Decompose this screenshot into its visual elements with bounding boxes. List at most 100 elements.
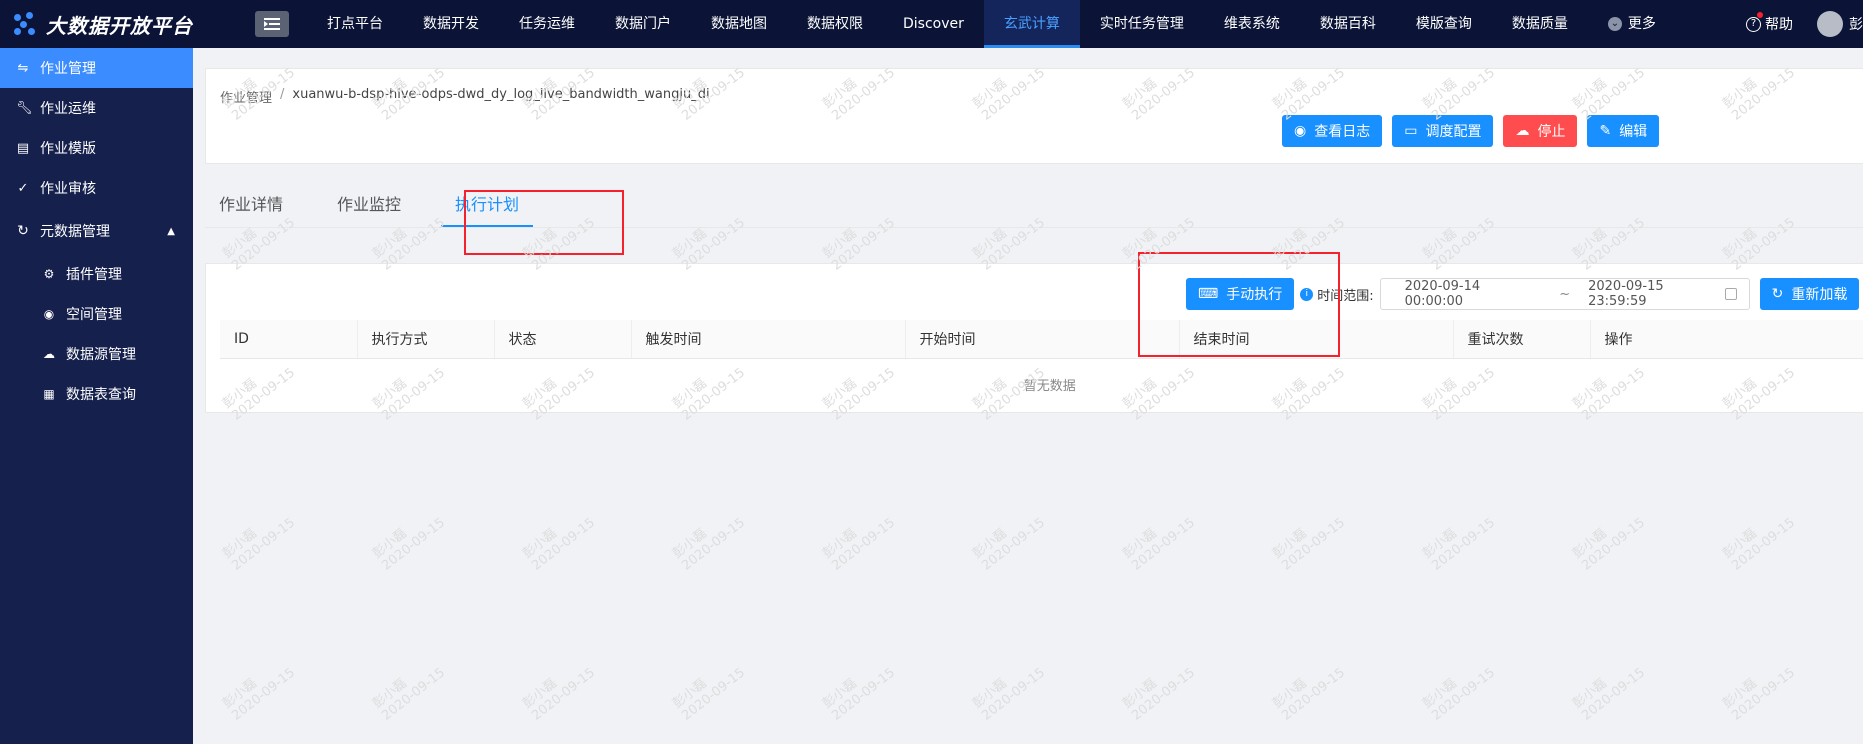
nav-item[interactable]: 数据质量 — [1492, 0, 1588, 48]
nav-more-label: 更多 — [1627, 16, 1656, 32]
column-header[interactable]: 触发时间 — [631, 320, 906, 359]
sidebar-item-label: 作业管理 — [40, 61, 96, 77]
menu-collapse-icon — [264, 18, 280, 30]
question-icon: ? — [1746, 16, 1761, 32]
column-header[interactable]: 重试次数 — [1453, 320, 1591, 359]
sidebar-item-job-management[interactable]: ⇋ 作业管理 — [0, 48, 193, 88]
nav-item-active[interactable]: 玄武计算 — [983, 0, 1080, 48]
reload-button[interactable]: ↻ 重新加载 — [1759, 278, 1860, 310]
nav-item[interactable]: 任务运维 — [499, 0, 595, 48]
nav-item[interactable]: 打点平台 — [307, 0, 403, 48]
refresh-icon: ↻ — [17, 223, 29, 239]
header-actions: ◉ 查看日志 ▭ 调度配置 ☁︎ 停止 ✎ 编辑 — [1282, 115, 1660, 147]
sidebar-item-label: 作业模版 — [40, 141, 96, 157]
nav-item[interactable]: 数据地图 — [691, 0, 787, 48]
nav-more[interactable]: ⌄ 更多 — [1588, 0, 1676, 48]
sidebar-item-space[interactable]: ◉ 空间管理 — [0, 294, 193, 334]
stop-button[interactable]: ☁︎ 停止 — [1503, 115, 1578, 147]
sidebar-item-label: 数据表查询 — [66, 387, 136, 403]
nav-item[interactable]: 数据权限 — [787, 0, 883, 48]
eye-icon: ◉ — [1294, 123, 1307, 139]
tab-job-detail[interactable]: 作业详情 — [205, 183, 297, 227]
logo-icon — [14, 12, 38, 36]
breadcrumb-separator: / — [280, 87, 285, 102]
reload-label: 重新加载 — [1791, 287, 1848, 303]
sidebar-item-label: 插件管理 — [66, 267, 122, 283]
date-range-picker[interactable]: 2020-09-14 00:00:00 ~ 2020-09-15 23:59:5… — [1379, 278, 1750, 310]
plugin-icon: ⚙︎ — [43, 267, 55, 281]
nav-item[interactable]: 模版查询 — [1396, 0, 1492, 48]
edit-label: 编辑 — [1619, 124, 1648, 140]
column-header[interactable]: 操作 — [1590, 320, 1863, 359]
config-icon: ▭ — [1404, 123, 1418, 139]
annotation-box-tab — [464, 190, 624, 255]
sidebar-item-label: 数据源管理 — [66, 347, 136, 363]
calendar-icon — [1724, 288, 1737, 300]
view-log-label: 查看日志 — [1314, 124, 1371, 140]
view-log-button[interactable]: ◉ 查看日志 — [1282, 115, 1383, 147]
main-content: 作业管理 / xuanwu-b-dsp-hive-odps-dwd_dy_log… — [193, 48, 1863, 744]
schedule-config-button[interactable]: ▭ 调度配置 — [1392, 115, 1494, 147]
cloud-icon: ☁︎ — [43, 347, 55, 361]
execution-plan-card: ⌨︎ 手动执行 i 时间范围: 2020-09-14 00:00:00 ~ 20… — [205, 263, 1863, 413]
column-header[interactable]: 执行方式 — [357, 320, 495, 359]
nav-item[interactable]: 维表系统 — [1204, 0, 1300, 48]
nav-item[interactable]: Discover — [883, 0, 984, 48]
date-end[interactable]: 2020-09-15 23:59:59 — [1588, 279, 1725, 309]
sidebar-item-job-template[interactable]: ▤ 作业模版 — [0, 128, 193, 168]
execution-table: ID 执行方式 状态 触发时间 开始时间 结束时间 重试次数 操作 暂无数据 — [220, 320, 1863, 410]
nav-item[interactable]: 数据百科 — [1300, 0, 1396, 48]
empty-row: 暂无数据 — [220, 358, 1863, 410]
top-nav: 打点平台 数据开发 任务运维 数据门户 数据地图 数据权限 Discover 玄… — [307, 0, 1676, 48]
breadcrumb-current: xuanwu-b-dsp-hive-odps-dwd_dy_log_live_b… — [292, 87, 710, 102]
annotation-box-manual-run — [1138, 252, 1340, 357]
sidebar-item-plugin[interactable]: ⚙︎ 插件管理 — [0, 254, 193, 294]
column-header[interactable]: ID — [220, 320, 358, 359]
schedule-config-label: 调度配置 — [1425, 124, 1482, 140]
stop-label: 停止 — [1537, 124, 1566, 140]
empty-text: 暂无数据 — [1023, 378, 1076, 394]
breadcrumb: 作业管理 / xuanwu-b-dsp-hive-odps-dwd_dy_log… — [220, 87, 710, 106]
swap-icon: ⇋ — [17, 60, 29, 76]
table-header-row: ID 执行方式 状态 触发时间 开始时间 结束时间 重试次数 操作 — [220, 320, 1863, 359]
job-header-card: 作业管理 / xuanwu-b-dsp-hive-odps-dwd_dy_log… — [205, 68, 1863, 164]
user-name[interactable]: 彭 — [1849, 14, 1863, 34]
notification-dot — [1757, 12, 1763, 18]
pencil-icon: ✎ — [1599, 123, 1612, 139]
tabs-divider — [205, 227, 1863, 228]
document-icon: ▤ — [16, 140, 30, 156]
sidebar: ⇋ 作业管理 🔧︎ 作业运维 ▤ 作业模版 ✓ 作业审核 ↻ 元数据管理 ▲ ⚙… — [0, 48, 193, 744]
sidebar-item-datasource[interactable]: ☁︎ 数据源管理 — [0, 334, 193, 374]
chevron-down-icon: ⌄ — [1607, 17, 1622, 31]
help-label: 帮助 — [1765, 17, 1793, 33]
sidebar-item-table-query[interactable]: ▦ 数据表查询 — [0, 374, 193, 414]
refresh-icon: ↻ — [1771, 286, 1784, 302]
sidebar-group-label: 元数据管理 — [40, 224, 110, 240]
edit-button[interactable]: ✎ 编辑 — [1587, 115, 1660, 147]
breadcrumb-root[interactable]: 作业管理 — [220, 87, 272, 106]
date-start[interactable]: 2020-09-14 00:00:00 — [1405, 279, 1542, 309]
cloud-stop-icon: ☁︎ — [1515, 123, 1530, 139]
top-navbar: 大数据开放平台 打点平台 数据开发 任务运维 数据门户 数据地图 数据权限 Di… — [0, 0, 1863, 48]
app-logo[interactable]: 大数据开放平台 — [0, 0, 193, 48]
chevron-up-icon: ▲ — [167, 225, 175, 237]
sidebar-item-job-review[interactable]: ✓ 作业审核 — [0, 168, 193, 208]
wrench-icon: 🔧︎ — [16, 100, 33, 116]
sidebar-item-job-ops[interactable]: 🔧︎ 作业运维 — [0, 88, 193, 128]
column-header[interactable]: 状态 — [494, 320, 632, 359]
menu-toggle-button[interactable] — [255, 11, 289, 37]
nav-item[interactable]: 数据开发 — [403, 0, 499, 48]
sidebar-group-metadata[interactable]: ↻ 元数据管理 ▲ — [0, 208, 193, 254]
space-icon: ◉ — [43, 307, 55, 321]
sidebar-item-label: 作业审核 — [40, 181, 96, 197]
app-title: 大数据开放平台 — [46, 13, 193, 38]
nav-item[interactable]: 数据门户 — [595, 0, 691, 48]
sidebar-item-label: 作业运维 — [40, 101, 96, 117]
nav-item[interactable]: 实时任务管理 — [1080, 0, 1204, 48]
table-icon: ▦ — [43, 387, 55, 401]
sidebar-item-label: 空间管理 — [66, 307, 122, 323]
date-range-separator: ~ — [1559, 286, 1571, 302]
tab-job-monitor[interactable]: 作业监控 — [323, 183, 415, 227]
avatar[interactable] — [1817, 11, 1843, 37]
help-link[interactable]: ? 帮助 — [1746, 12, 1793, 34]
